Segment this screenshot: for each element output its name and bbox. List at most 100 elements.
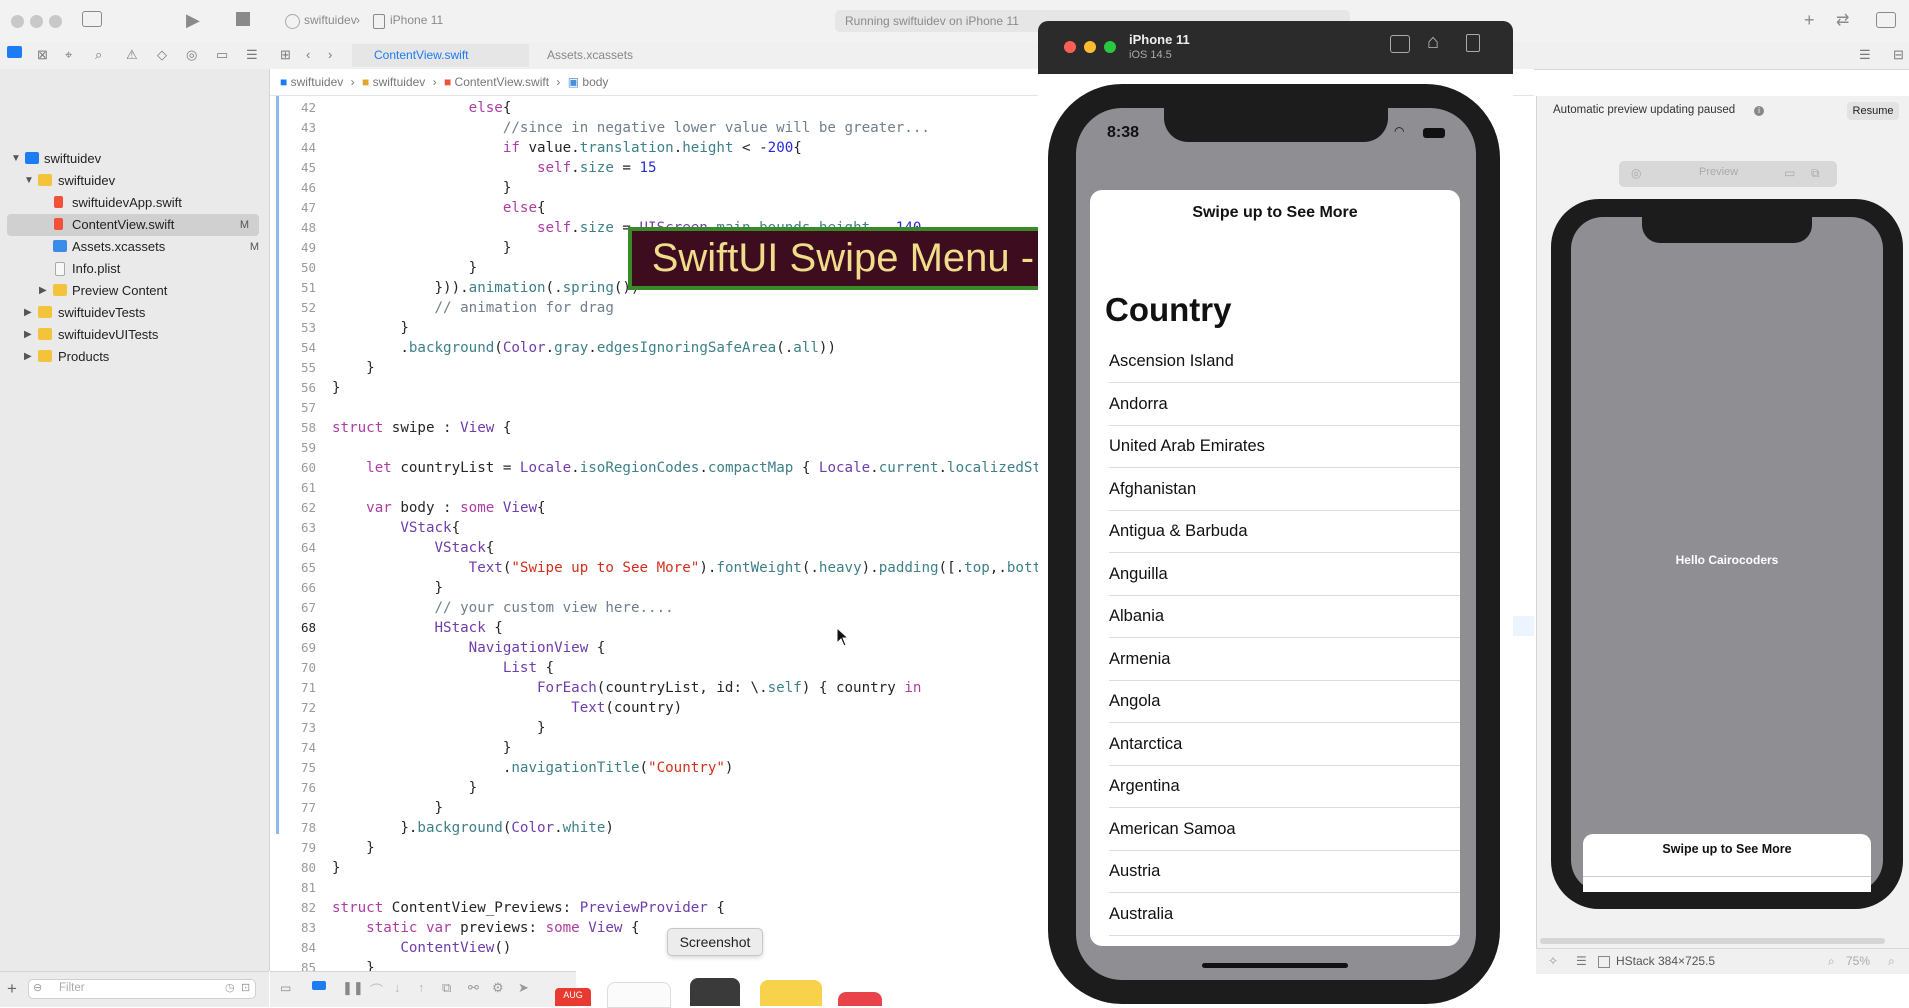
add-icon[interactable]: + [1804,10,1815,31]
home-icon[interactable]: ⌂ [1427,31,1439,54]
info-icon[interactable]: i [1754,106,1764,116]
tree-item-file[interactable]: swiftuidevApp.swift [0,192,269,214]
report-navigator-icon[interactable]: ☰ [246,47,258,63]
code-line[interactable]: else{ [332,98,512,118]
country-list-row[interactable]: American Samoa [1109,808,1460,851]
editor-options-icon[interactable]: ☰ [1859,47,1871,63]
code-line[interactable]: else{ [332,198,546,218]
resume-button[interactable]: Resume [1847,102,1899,120]
code-line[interactable]: .background(Color.gray.edgesIgnoringSafe… [332,338,836,358]
debug-navigator-icon[interactable]: ◎ [186,47,197,63]
code-line[interactable]: if value.translation.height < -200{ [332,138,802,158]
memory-graph-icon[interactable]: ⚯ [468,980,479,996]
jump-bar-item[interactable]: ContentView.swift [455,75,550,89]
code-line[interactable]: } [332,778,478,798]
device-preview-icon[interactable]: ▭ [1784,166,1795,180]
code-review-icon[interactable]: ⇄ [1836,10,1849,30]
zoom-level[interactable]: 75% [1846,949,1870,974]
disclosure-closed-icon[interactable]: ▶ [24,302,32,324]
notes-dock-icon[interactable] [760,980,822,1006]
rotate-icon[interactable] [1466,34,1480,52]
code-line[interactable]: List { [332,658,554,678]
tree-item-group[interactable]: ▼ swiftuidev [0,170,269,192]
code-line[interactable]: } [332,738,512,758]
disclosure-closed-icon[interactable]: ▶ [24,346,32,368]
country-list-row[interactable]: Albania [1109,595,1460,638]
tree-item-group[interactable]: ▶ swiftuidevUITests [0,324,269,346]
country-list-row[interactable]: Angola [1109,680,1460,723]
code-line[interactable]: self.size = 15 [332,158,657,178]
code-line[interactable]: } [332,258,478,278]
tree-item-file-selected[interactable]: ContentView.swift M [7,214,259,236]
preview-button[interactable]: Preview [1699,166,1738,178]
pin-icon[interactable]: ✧ [1548,949,1558,974]
code-line[interactable]: } [332,858,341,878]
tree-item-project[interactable]: ▼ swiftuidev [0,148,269,170]
tree-item-file[interactable]: Assets.xcassets M [0,236,269,258]
screenshot-dock-icon[interactable] [690,978,740,1006]
code-line[interactable]: }.background(Color.white) [332,818,614,838]
home-indicator[interactable] [1202,963,1348,968]
jump-bar-item[interactable]: swiftuidev [373,75,426,89]
calendar-dock-icon[interactable]: AUG [555,988,591,1006]
code-line[interactable]: NavigationView { [332,638,606,658]
sidebar-toggle-icon[interactable] [82,11,102,27]
minimize-window-button[interactable] [30,15,43,28]
country-list-row[interactable]: United Arab Emirates [1109,425,1460,468]
source-control-icon[interactable]: ⊠ [37,47,48,63]
device-selector[interactable]: iPhone 11 [390,13,443,27]
country-list-row[interactable]: Anguilla [1109,553,1460,596]
code-line[interactable]: .navigationTitle("Country") [332,758,734,778]
add-file-icon[interactable]: + [7,979,17,999]
close-window-button[interactable] [1064,41,1076,53]
zoom-window-button[interactable] [49,15,62,28]
code-line[interactable]: })).animation(.spring()) [332,278,639,298]
issue-navigator-icon[interactable]: ⚠ [126,47,138,63]
country-list-row[interactable]: Antarctica [1109,723,1460,766]
dock-app-icon[interactable] [607,982,671,1008]
disclosure-open-icon[interactable]: ▼ [24,170,34,192]
code-line[interactable]: VStack{ [332,538,495,558]
tree-item-group[interactable]: ▶ Preview Content [0,280,269,302]
country-list-row[interactable]: Armenia [1109,638,1460,681]
view-hierarchy-icon[interactable]: ⧉ [442,980,451,996]
pause-icon[interactable]: ❚❚ [342,980,364,996]
split-editor-icon[interactable]: ⊟ [1893,47,1904,63]
symbol-navigator-icon[interactable]: ⌖ [65,47,72,63]
code-line[interactable]: struct ContentView_Previews: PreviewProv… [332,898,725,918]
step-in-icon[interactable]: ↓ [394,980,401,995]
filter-options-icon[interactable]: ⊖ [33,981,42,994]
code-line[interactable]: } [332,798,443,818]
zoom-window-button[interactable] [1104,41,1116,53]
disclosure-open-icon[interactable]: ▼ [11,148,21,170]
country-list-row[interactable]: Austria [1109,850,1460,893]
country-list-row[interactable]: Afghanistan [1109,468,1460,511]
tree-item-group[interactable]: ▶ Products [0,346,269,368]
disclosure-closed-icon[interactable]: ▶ [24,324,32,346]
code-line[interactable]: } [332,718,546,738]
code-line[interactable]: } [332,958,375,971]
recent-files-icon[interactable]: ◷ [225,981,235,994]
breakpoints-toggle-icon[interactable] [312,981,326,990]
code-line[interactable]: Text("Swipe up to See More").fontWeight(… [332,558,1042,578]
country-list-row[interactable]: Andorra [1109,383,1460,426]
code-line[interactable]: HStack { [332,618,503,638]
tree-item-group[interactable]: ▶ swiftuidevTests [0,302,269,324]
simulate-location-icon[interactable]: ➤ [518,980,529,996]
country-list-row[interactable]: Australia [1109,893,1460,936]
dock-app-icon[interactable] [838,992,882,1006]
code-line[interactable]: } [332,178,512,198]
source-control-filter-icon[interactable]: ⊡ [241,981,250,994]
code-line[interactable]: } [332,578,443,598]
step-out-icon[interactable]: ↑ [418,980,425,995]
back-arrow-icon[interactable]: ‹ [306,47,310,62]
code-line[interactable]: let countryList = Locale.isoRegionCodes.… [332,458,1042,478]
find-navigator-icon[interactable]: ⌕ [95,47,102,63]
test-navigator-icon[interactable]: ◇ [157,47,167,63]
code-line[interactable]: var body : some View{ [332,498,545,518]
minimize-window-button[interactable] [1084,41,1096,53]
code-line[interactable]: VStack{ [332,518,460,538]
close-window-button[interactable] [11,15,24,28]
environment-overrides-icon[interactable]: ⚙ [492,980,504,996]
code-line[interactable]: //since in negative lower value will be … [332,118,930,138]
